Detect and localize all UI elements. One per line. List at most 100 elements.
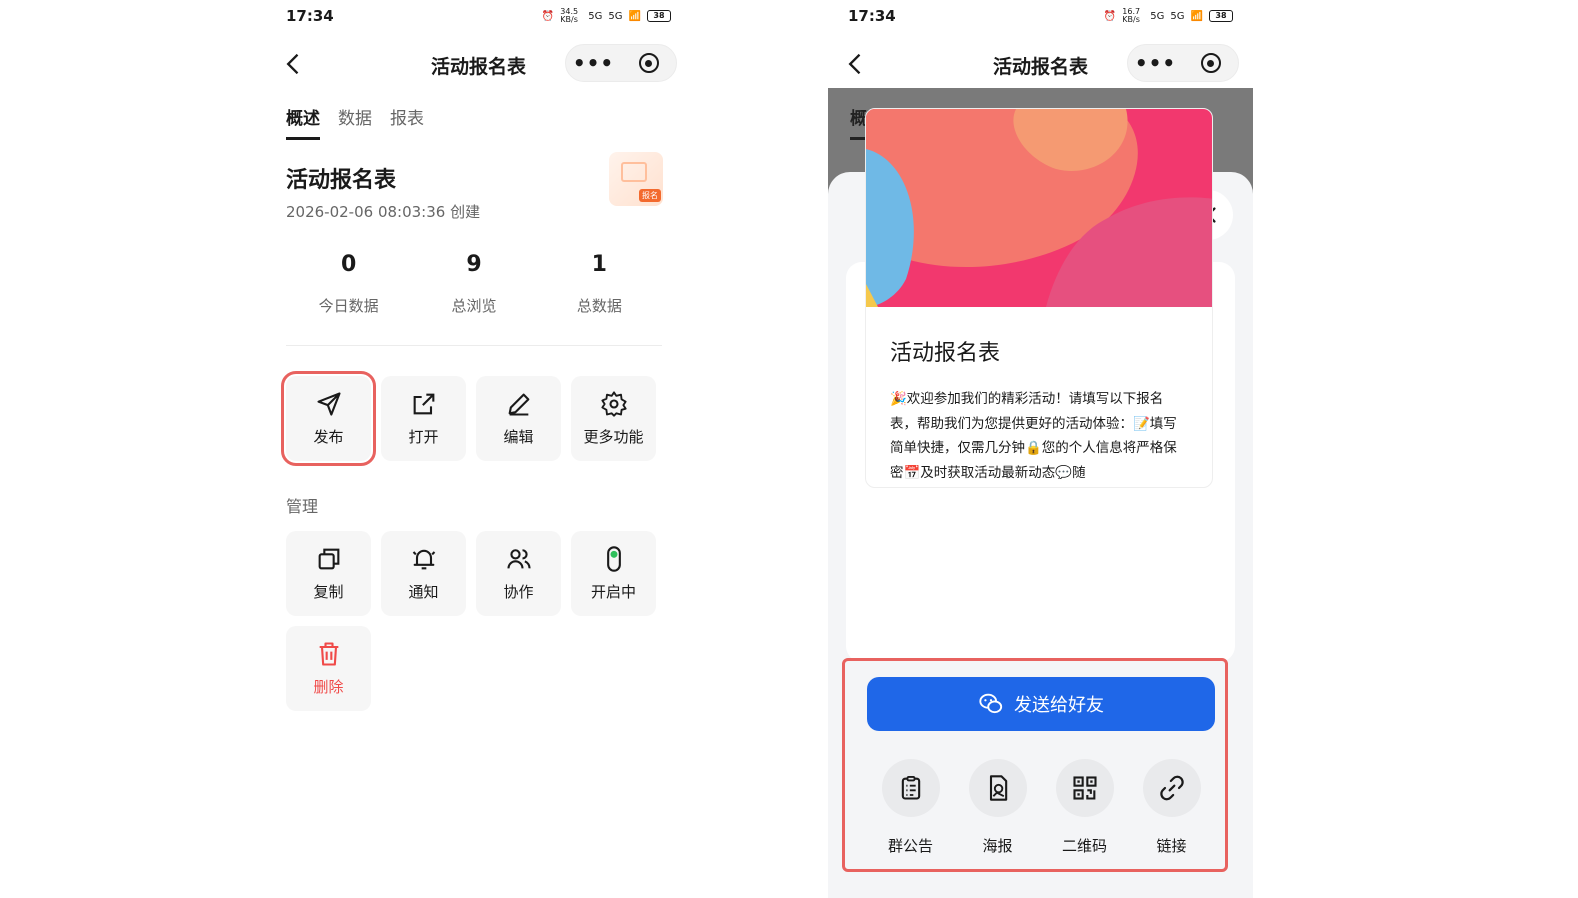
stat-total[interactable]: 1 总数据	[537, 252, 662, 316]
gear-icon	[600, 391, 627, 417]
tab-bar: 概述 数据 报表	[286, 104, 424, 140]
tile-label: 通知	[408, 583, 439, 601]
send-to-friend-button[interactable]: 发送给好友	[867, 677, 1215, 731]
share-label: 链接	[1156, 837, 1187, 855]
external-link-icon	[413, 393, 434, 415]
share-label: 群公告	[887, 837, 933, 855]
stat-value: 1	[591, 252, 607, 277]
stat-label: 总数据	[576, 297, 622, 315]
thumb-tag: 报名	[639, 189, 661, 202]
tile-label: 打开	[408, 428, 439, 446]
target-icon	[638, 53, 659, 73]
notify-button[interactable]: 通知	[381, 531, 466, 616]
link-icon	[1159, 775, 1184, 801]
tile-label: 协作	[503, 583, 534, 601]
divider	[286, 345, 662, 346]
tile-label: 更多功能	[583, 428, 644, 446]
share-icon-circle	[968, 759, 1027, 817]
tile-label: 编辑	[503, 428, 534, 446]
form-title: 活动报名表	[286, 168, 397, 193]
share-link[interactable]: 链接	[1128, 759, 1215, 856]
right-phone-screen: 17:34 ⏰ 16.7 KB/s 5G 5G 📶 38 活动报名表 ••• 概…	[828, 0, 1253, 898]
stat-views[interactable]: 9 总浏览	[411, 252, 536, 316]
clipboard-icon	[901, 775, 920, 800]
status-icons: ⏰ 16.7 KB/s 5G 5G 📶 38	[1104, 8, 1233, 24]
signal-icon: 5G	[1150, 10, 1165, 22]
publish-button[interactable]: 发布	[281, 371, 376, 466]
mini-program-capsule: •••	[1127, 44, 1239, 82]
copy-button[interactable]: 复制	[286, 531, 371, 616]
nav-bar: 活动报名表 •••	[266, 40, 691, 86]
close-mini-program-button[interactable]	[621, 45, 676, 81]
share-group-notice[interactable]: 群公告	[867, 759, 954, 856]
send-icon	[316, 392, 341, 416]
status-bar: 17:34 ⏰ 16.7 KB/s 5G 5G 📶 38	[828, 0, 1253, 32]
action-grid: 发布 打开 编辑 更多功能	[281, 371, 656, 466]
tile-label: 复制	[313, 583, 344, 601]
stat-label: 总浏览	[451, 297, 497, 315]
share-actions-panel: 发送给好友 群公告 海报 二维码 链接	[842, 658, 1228, 872]
share-label: 二维码	[1061, 837, 1107, 855]
megaphone-icon	[621, 162, 647, 182]
manage-section-label: 管理	[286, 497, 319, 516]
share-icon-circle	[1055, 759, 1114, 817]
enabled-toggle[interactable]: 开启中	[571, 531, 656, 616]
toggle-icon	[606, 546, 621, 572]
edit-button[interactable]: 编辑	[476, 376, 561, 461]
poster-icon	[989, 775, 1007, 801]
form-created-time: 2026-02-06 08:03:36 创建	[286, 203, 481, 221]
tab-data[interactable]: 数据	[338, 104, 372, 140]
manage-grid: 复制 通知 协作 开启中 删除	[286, 531, 656, 711]
net-speed: 34.5 KB/s	[560, 7, 579, 24]
stat-today[interactable]: 0 今日数据	[286, 252, 411, 316]
nav-bar: 活动报名表 •••	[828, 40, 1253, 86]
battery-icon: 38	[647, 10, 671, 22]
mini-program-capsule: •••	[565, 44, 677, 82]
form-preview-card: 活动报名表 🎉欢迎参加我们的精彩活动！请填写以下报名表，帮助我们为您提供更好的活…	[865, 108, 1213, 488]
alarm-icon: ⏰	[1103, 10, 1117, 22]
signal-icon: 5G	[588, 10, 603, 22]
copy-icon	[318, 548, 339, 570]
status-bar: 17:34 ⏰ 34.5 KB/s 5G 5G 📶 38	[266, 0, 691, 32]
share-label: 海报	[982, 837, 1013, 855]
more-menu-button[interactable]: •••	[566, 45, 621, 81]
status-time: 17:34	[848, 7, 896, 25]
trash-icon	[319, 642, 338, 666]
delete-button[interactable]: 删除	[286, 626, 371, 711]
wifi-icon: 📶	[628, 10, 641, 22]
share-poster[interactable]: 海报	[954, 759, 1041, 856]
signal-icon: 5G	[608, 10, 623, 22]
left-phone-screen: 17:34 ⏰ 34.5 KB/s 5G 5G 📶 38 活动报名表 ••• 概…	[266, 0, 691, 898]
card-title: 活动报名表	[890, 341, 1001, 366]
close-mini-program-button[interactable]	[1183, 45, 1238, 81]
bell-icon	[412, 549, 435, 570]
banner-image	[866, 109, 1212, 307]
battery-icon: 38	[1209, 10, 1233, 22]
tile-label: 删除	[313, 678, 344, 696]
card-description: 🎉欢迎参加我们的精彩活动！请填写以下报名表，帮助我们为您提供更好的活动体验：📝填…	[890, 391, 1177, 479]
net-speed: 16.7 KB/s	[1122, 7, 1141, 24]
alarm-icon: ⏰	[541, 10, 555, 22]
form-thumbnail: 报名	[609, 152, 663, 206]
users-icon	[506, 549, 531, 569]
status-time: 17:34	[286, 7, 334, 25]
tab-report[interactable]: 报表	[390, 104, 424, 140]
tile-label: 发布	[313, 428, 344, 446]
tab-overview[interactable]: 概述	[286, 104, 320, 140]
signal-icon: 5G	[1170, 10, 1185, 22]
wechat-icon	[979, 693, 1003, 714]
open-button[interactable]: 打开	[381, 376, 466, 461]
send-button-label: 发送给好友	[1014, 695, 1104, 716]
share-qrcode[interactable]: 二维码	[1041, 759, 1128, 856]
status-icons: ⏰ 34.5 KB/s 5G 5G 📶 38	[542, 8, 671, 24]
more-menu-button[interactable]: •••	[1128, 45, 1183, 81]
tile-label: 开启中	[590, 583, 636, 601]
share-icon-circle	[881, 759, 940, 817]
stat-value: 0	[341, 252, 357, 277]
wifi-icon: 📶	[1190, 10, 1203, 22]
more-features-button[interactable]: 更多功能	[571, 376, 656, 461]
stat-label: 今日数据	[318, 297, 379, 315]
share-icon-circle	[1142, 759, 1201, 817]
collaborate-button[interactable]: 协作	[476, 531, 561, 616]
stat-value: 9	[466, 252, 482, 277]
